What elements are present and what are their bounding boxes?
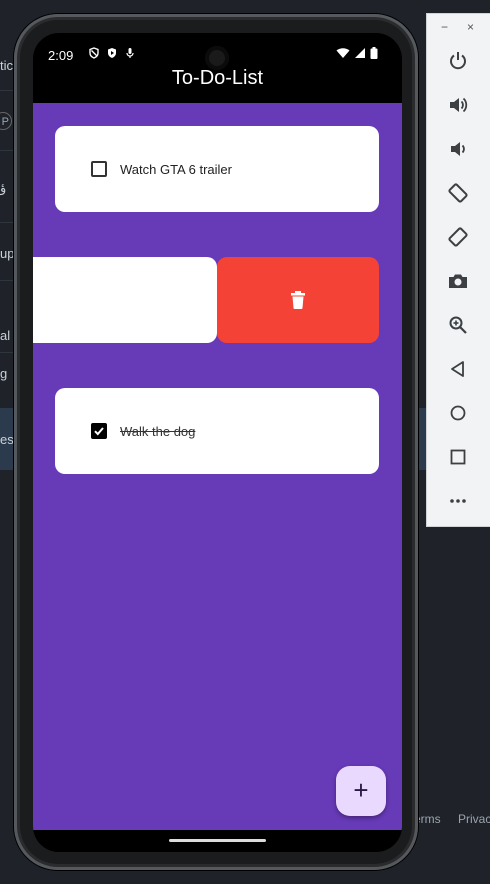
battery-icon (370, 47, 378, 62)
home-icon[interactable] (445, 400, 471, 426)
task-card[interactable]: Walk the dog (55, 388, 379, 474)
ide-text-fragment: tic (0, 58, 13, 73)
camera-icon[interactable] (445, 268, 471, 294)
ide-footer-link[interactable]: Privac (458, 812, 490, 826)
task-label: Walk the dog (120, 424, 196, 439)
emulator-toolbar: − × (427, 14, 490, 526)
minimize-button[interactable]: − (441, 20, 448, 34)
power-icon[interactable] (445, 48, 471, 74)
wifi-icon (336, 47, 350, 62)
close-button[interactable]: × (467, 20, 474, 34)
task-checkbox[interactable] (91, 161, 107, 177)
status-time: 2:09 (48, 48, 74, 63)
overview-icon[interactable] (445, 444, 471, 470)
shield-icon (88, 47, 100, 62)
mic-icon (124, 47, 136, 62)
phone-device-frame: 2:09 To-Do-List Watch GTA 6 trailer Walk… (14, 14, 418, 870)
page-title: To-Do-List (171, 67, 264, 89)
zoom-icon[interactable] (445, 312, 471, 338)
task-checkbox-checked[interactable] (91, 423, 107, 439)
ide-footer-link[interactable]: erms (414, 812, 441, 826)
ide-pill: P (0, 112, 12, 130)
gesture-navigation-bar (33, 830, 402, 852)
task-card-swiping[interactable] (33, 257, 217, 343)
rotate-left-icon[interactable] (445, 180, 471, 206)
ide-text-fragment: ؤ (0, 180, 7, 195)
task-label: Watch GTA 6 trailer (120, 162, 232, 177)
back-icon[interactable] (445, 356, 471, 382)
add-task-button[interactable]: + (336, 766, 386, 816)
ide-text-fragment: al (0, 328, 11, 343)
volume-down-icon[interactable] (445, 136, 471, 162)
phone-screen: 2:09 To-Do-List Watch GTA 6 trailer Walk… (33, 33, 402, 852)
task-card[interactable]: Watch GTA 6 trailer (55, 126, 379, 212)
play-protect-icon (106, 47, 118, 62)
ide-text-fragment: g (0, 366, 8, 381)
gesture-handle[interactable] (169, 839, 266, 842)
rotate-right-icon[interactable] (445, 224, 471, 250)
more-icon[interactable] (445, 488, 471, 514)
signal-icon (354, 47, 366, 62)
trash-icon[interactable] (290, 291, 306, 314)
task-list: Watch GTA 6 trailer Walk the dog + (33, 103, 402, 830)
delete-action-background[interactable] (217, 257, 379, 343)
volume-up-icon[interactable] (445, 92, 471, 118)
